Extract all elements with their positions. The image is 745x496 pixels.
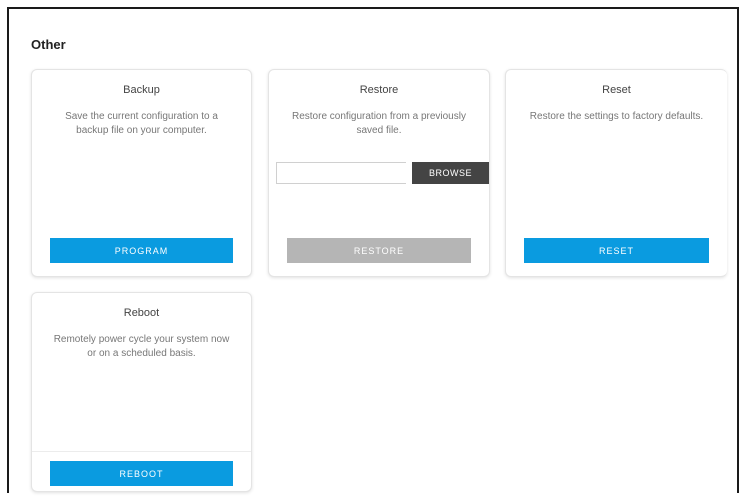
settings-panel: Other Backup Save the current configurat…	[7, 7, 739, 493]
restore-title: Restore	[359, 84, 399, 96]
backup-button[interactable]: PROGRAM	[50, 238, 233, 263]
reboot-description: Remotely power cycle your system now or …	[53, 334, 230, 359]
restore-file-row: BROWSE	[276, 162, 489, 184]
restore-button[interactable]: RESTORE	[287, 238, 471, 263]
reboot-card: Reboot Remotely power cycle your system …	[31, 292, 252, 492]
card-divider	[32, 451, 251, 452]
reset-title: Reset	[602, 84, 631, 96]
section-title: Other	[31, 37, 66, 52]
reboot-button[interactable]: REBOOT	[50, 461, 233, 486]
backup-card: Backup Save the current configuration to…	[31, 69, 252, 277]
browse-button[interactable]: BROWSE	[412, 162, 489, 184]
reset-button[interactable]: RESET	[524, 238, 709, 263]
backup-title: Backup	[123, 84, 160, 96]
backup-description: Save the current configuration to a back…	[65, 111, 218, 136]
restore-description: Restore configuration from a previously …	[292, 111, 466, 136]
reboot-title: Reboot	[123, 307, 160, 319]
reset-description: Restore the settings to factory defaults…	[529, 111, 704, 122]
restore-file-input[interactable]	[276, 162, 406, 184]
reset-card: Reset Restore the settings to factory de…	[505, 69, 727, 277]
restore-card: Restore Restore configuration from a pre…	[268, 69, 490, 277]
